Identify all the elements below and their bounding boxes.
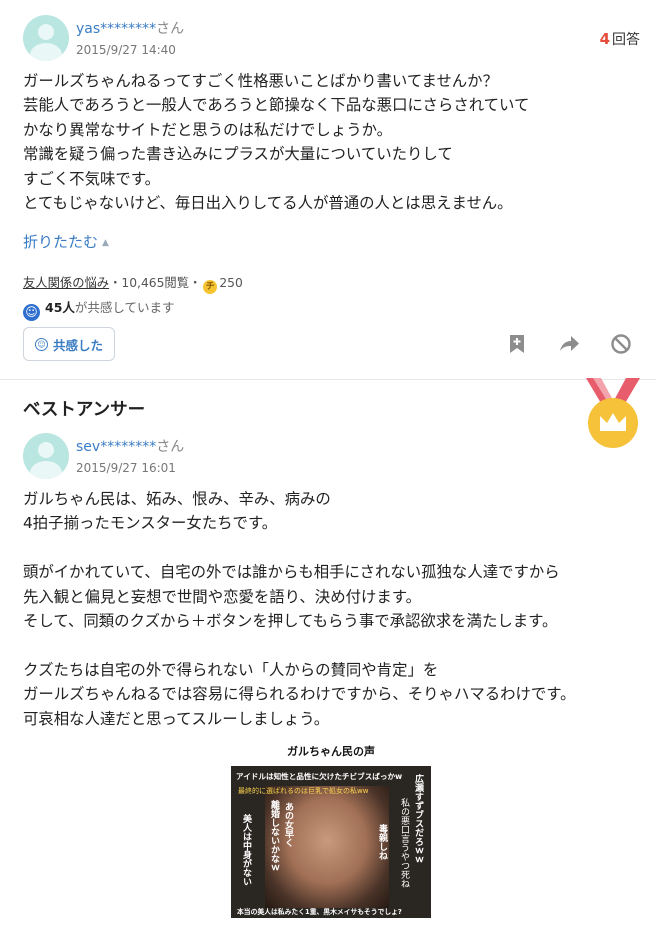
image-vertical-mid3: 離婚しないかなｗ bbox=[269, 800, 279, 872]
image-vertical-left: 美人は中身がない bbox=[241, 814, 251, 886]
empathy-button[interactable]: ☺ 共感した bbox=[23, 327, 115, 361]
smile-icon: ☺ bbox=[23, 304, 40, 321]
answer-user-suffix: さん bbox=[156, 439, 185, 455]
answer-body: ガルちゃん民は、妬み、恨み、辛み、病みの 4拍子揃ったモンスター女たちです。 頭… bbox=[23, 487, 623, 731]
answer-line: 4拍子揃ったモンスター女たちです。 bbox=[23, 514, 278, 533]
answer-image[interactable]: ガルちゃん民の声 アイドルは知性と品性に欠けたチビブスばっかw 最終的に選ばれる… bbox=[231, 738, 431, 918]
image-caption-bottom: 本当の美人は私みたく1重、黒木メイサもそうでしょ? bbox=[237, 908, 402, 916]
views-text: ・10,465閲覧・ bbox=[109, 276, 202, 290]
fold-toggle[interactable]: 折りたたむ ▲ bbox=[23, 231, 109, 252]
smile-icon: ☺ bbox=[34, 337, 48, 351]
question-line: すごく不気味です。 bbox=[23, 169, 160, 188]
question-user-suffix: さん bbox=[156, 21, 185, 37]
question-meta: 友人関係の悩み・10,465閲覧・チ 250 bbox=[23, 273, 243, 294]
question-date: 2015/9/27 14:40 bbox=[76, 43, 176, 57]
image-title: ガルちゃん民の声 bbox=[231, 738, 431, 766]
question-avatar[interactable] bbox=[23, 15, 69, 61]
empathy-text: が共感しています bbox=[74, 300, 175, 315]
block-icon[interactable] bbox=[610, 333, 632, 355]
bookmark-icon[interactable] bbox=[506, 333, 528, 355]
answer-avatar[interactable] bbox=[23, 433, 69, 479]
divider bbox=[0, 379, 656, 380]
question-body: ガールズちゃんねるってすごく性格悪いことばかり書いてませんか？ 芸能人であろうと… bbox=[23, 69, 623, 215]
empathy-summary: ☺ 45人が共感しています bbox=[23, 297, 175, 321]
coin-amount: 250 bbox=[219, 276, 243, 290]
question-line: かなり異常なサイトだと思うのは私だけでしょうか。 bbox=[23, 120, 393, 139]
answer-line bbox=[23, 633, 623, 657]
answer-line: 頭がイかれていて、自宅の外では誰からも相手にされない孤独な人達ですから bbox=[23, 563, 560, 582]
answer-line: 可哀相な人達だと思ってスルーしましょう。 bbox=[23, 709, 330, 728]
answers-count[interactable]: 4 回答 bbox=[600, 29, 640, 49]
question-line: とてもじゃないけど、毎日出入りしてる人が普通の人とは思えません。 bbox=[23, 194, 513, 213]
image-caption-sub: 最終的に選ばれるのは巨乳で処女の私ww bbox=[238, 787, 369, 795]
question-user-name[interactable]: yas******** bbox=[76, 21, 156, 37]
answer-user-name[interactable]: sev******** bbox=[76, 439, 156, 455]
best-answer-heading: ベストアンサー bbox=[23, 400, 146, 420]
answer-line: クズたちは自宅の外で得られない「人からの賛同や肯定」を bbox=[23, 660, 439, 679]
answer-line: ガールズちゃんねるでは容易に得られるわけですから、そりゃハマるわけです。 bbox=[23, 685, 576, 704]
question-line: ガールズちゃんねるってすごく性格悪いことばかり書いてませんか？ bbox=[23, 72, 498, 90]
empathy-button-label: 共感した bbox=[52, 337, 103, 353]
image-vertical-mid: 毒親しね bbox=[377, 824, 387, 860]
answers-number: 4 bbox=[599, 30, 610, 48]
image-vertical-right2: 私の悪口言うやつ死ね bbox=[399, 798, 409, 888]
question-line: 芸能人であろうと一般人であろうと節操なく下品な悪口にさらされていて bbox=[23, 96, 530, 115]
question-user: yas********さん bbox=[76, 18, 184, 38]
image-caption-top: アイドルは知性と品性に欠けたチビブスばっかw bbox=[236, 772, 403, 781]
answer-user: sev********さん bbox=[76, 436, 184, 456]
crown-medal-icon bbox=[586, 378, 640, 448]
answer-line: ガルちゃん民は、妬み、恨み、辛み、病みの bbox=[23, 490, 331, 508]
image-vertical-right: 広瀬すずブスだろｗｗ bbox=[413, 774, 423, 864]
answer-line: 先入観と偏見と妄想で世間や恋愛を語り、決め付けます。 bbox=[23, 587, 422, 606]
answers-label: 回答 bbox=[612, 32, 640, 48]
empathy-count: 45人 bbox=[45, 300, 75, 315]
question-line: 常識を疑う偏った書き込みにプラスが大量についていたりして bbox=[23, 145, 453, 164]
answer-date: 2015/9/27 16:01 bbox=[76, 461, 176, 475]
answer-line bbox=[23, 536, 623, 560]
fold-label: 折りたたむ bbox=[23, 233, 99, 251]
image-vertical-mid2: あの女早く bbox=[283, 802, 293, 847]
chevron-up-icon: ▲ bbox=[102, 238, 109, 248]
coin-icon: チ bbox=[203, 280, 218, 294]
share-arrow-icon[interactable] bbox=[558, 333, 580, 355]
category-link[interactable]: 友人関係の悩み bbox=[23, 276, 109, 290]
answer-line: そして、同類のクズから＋ボタンを押してもらう事で承認欲求を満たします。 bbox=[23, 612, 558, 631]
